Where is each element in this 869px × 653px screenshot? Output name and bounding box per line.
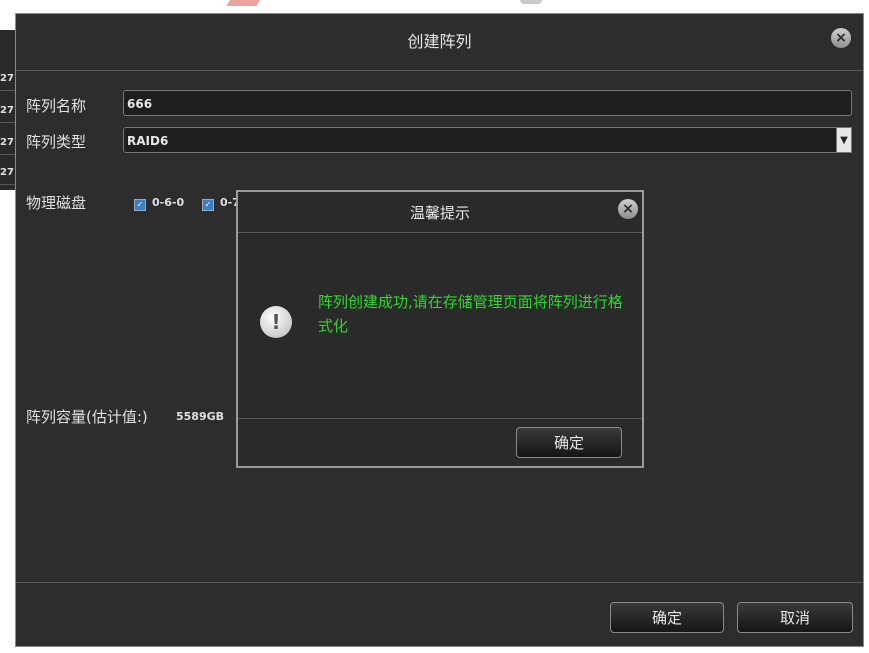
alert-ok-button[interactable]: 确定 (516, 427, 622, 458)
disk-label: 0-6-0 (152, 196, 185, 209)
checkbox-checked-icon[interactable]: ✓ (134, 199, 146, 211)
array-name-input[interactable]: 666 (123, 90, 852, 116)
warning-icon: ! (260, 306, 292, 338)
alert-dialog: 温馨提示 × ! 阵列创建成功,请在存储管理页面将阵列进行格式化 确定 (236, 190, 644, 468)
disk-checkbox-item[interactable]: ✓ 0-7 (202, 196, 240, 211)
array-name-label: 阵列名称 (26, 97, 87, 115)
dialog-header: 创建阵列 × (16, 14, 863, 71)
physical-disks-label: 物理磁盘 (26, 194, 87, 212)
background-watermark-dot (520, 0, 542, 4)
ok-button[interactable]: 确定 (610, 602, 724, 633)
array-type-select[interactable]: RAID6 ▼ (123, 127, 852, 153)
capacity-label: 阵列容量(估计值:) (26, 408, 148, 426)
capacity-value: 5589GB (176, 410, 225, 423)
close-icon[interactable]: × (831, 28, 851, 48)
dialog-footer (16, 582, 863, 583)
cancel-button[interactable]: 取消 (737, 602, 853, 633)
alert-footer (238, 418, 642, 419)
disk-checkbox-item[interactable]: ✓ 0-6-0 (134, 196, 184, 211)
alert-message: 阵列创建成功,请在存储管理页面将阵列进行格式化 (318, 293, 623, 335)
checkbox-checked-icon[interactable]: ✓ (202, 199, 214, 211)
close-icon[interactable]: × (618, 199, 638, 219)
dialog-title: 创建阵列 (407, 32, 472, 51)
background-watermark (226, 0, 264, 6)
array-type-label: 阵列类型 (26, 133, 87, 151)
alert-title: 温馨提示 (409, 204, 470, 222)
chevron-down-icon[interactable]: ▼ (836, 127, 852, 153)
array-type-value: RAID6 (127, 134, 169, 148)
alert-header: 温馨提示 × (238, 192, 642, 233)
